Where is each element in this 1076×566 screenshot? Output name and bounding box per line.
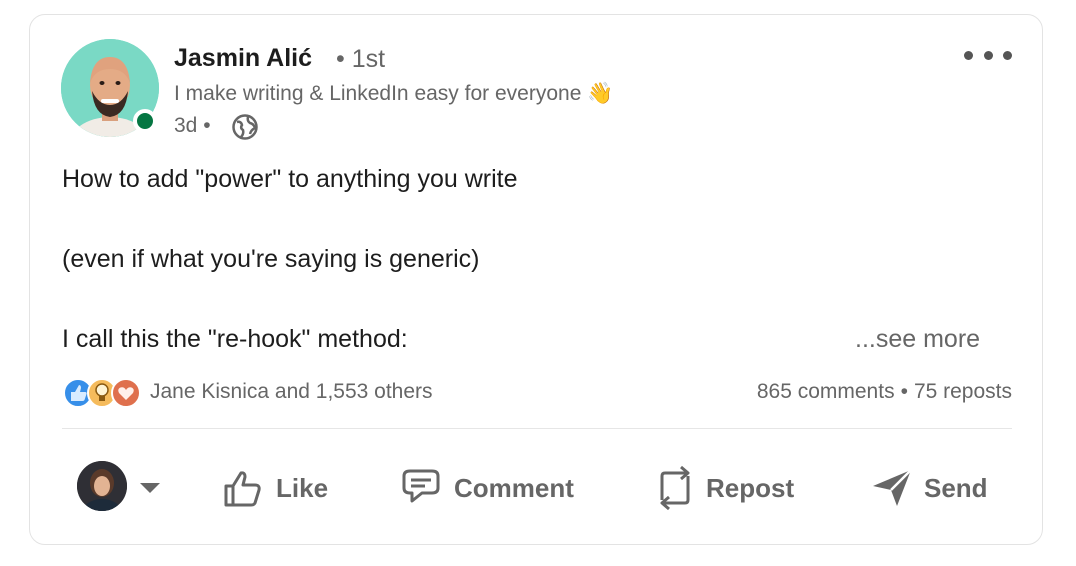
- repost-label: Repost: [706, 472, 795, 503]
- post-text-line-3: I call this the "re-hook" method:: [62, 325, 408, 353]
- menu-dot: [1003, 50, 1012, 60]
- author-name[interactable]: Jasmin Alić: [174, 44, 312, 73]
- stats-separator: •: [900, 380, 908, 403]
- reposts-count[interactable]: 75 reposts: [914, 380, 1012, 403]
- chevron-down-icon[interactable]: [140, 483, 160, 493]
- like-label: Like: [276, 472, 329, 503]
- see-more-link[interactable]: ...see more: [855, 325, 980, 354]
- like-button[interactable]: Like: [222, 462, 328, 514]
- author-headline: I make writing & LinkedIn easy for every…: [174, 82, 614, 105]
- post-age: 3d •: [174, 114, 211, 137]
- connection-degree: • 1st: [336, 45, 386, 73]
- more-options-icon[interactable]: [964, 44, 1012, 66]
- reactions-summary[interactable]: Jane Kisnica and 1,553 others: [150, 380, 433, 404]
- repost-icon: [660, 465, 690, 511]
- comment-button[interactable]: Comment: [398, 462, 574, 514]
- divider: [62, 428, 1012, 429]
- menu-dot: [983, 50, 993, 60]
- send-button[interactable]: Send: [870, 462, 988, 514]
- love-reaction-icon: [111, 378, 141, 408]
- repost-button[interactable]: Repost: [654, 462, 794, 514]
- online-status-indicator: [133, 109, 157, 133]
- post-text-line-2: (even if what you're saying is generic): [62, 245, 480, 273]
- comments-count[interactable]: 865 comments: [757, 380, 895, 403]
- actor-avatar[interactable]: [77, 461, 127, 511]
- post-stats: 865 comments • 75 reposts: [757, 380, 1012, 404]
- comment-label: Comment: [454, 472, 574, 503]
- thumbs-up-icon: [224, 471, 261, 507]
- post-text-line-1: How to add "power" to anything you write: [62, 165, 518, 193]
- comment-icon: [402, 469, 440, 503]
- send-label: Send: [924, 472, 988, 503]
- globe-icon: [232, 114, 258, 140]
- author-avatar[interactable]: [61, 39, 159, 137]
- reaction-icons[interactable]: [62, 377, 142, 409]
- menu-dot: [964, 50, 973, 60]
- send-icon: [873, 469, 912, 506]
